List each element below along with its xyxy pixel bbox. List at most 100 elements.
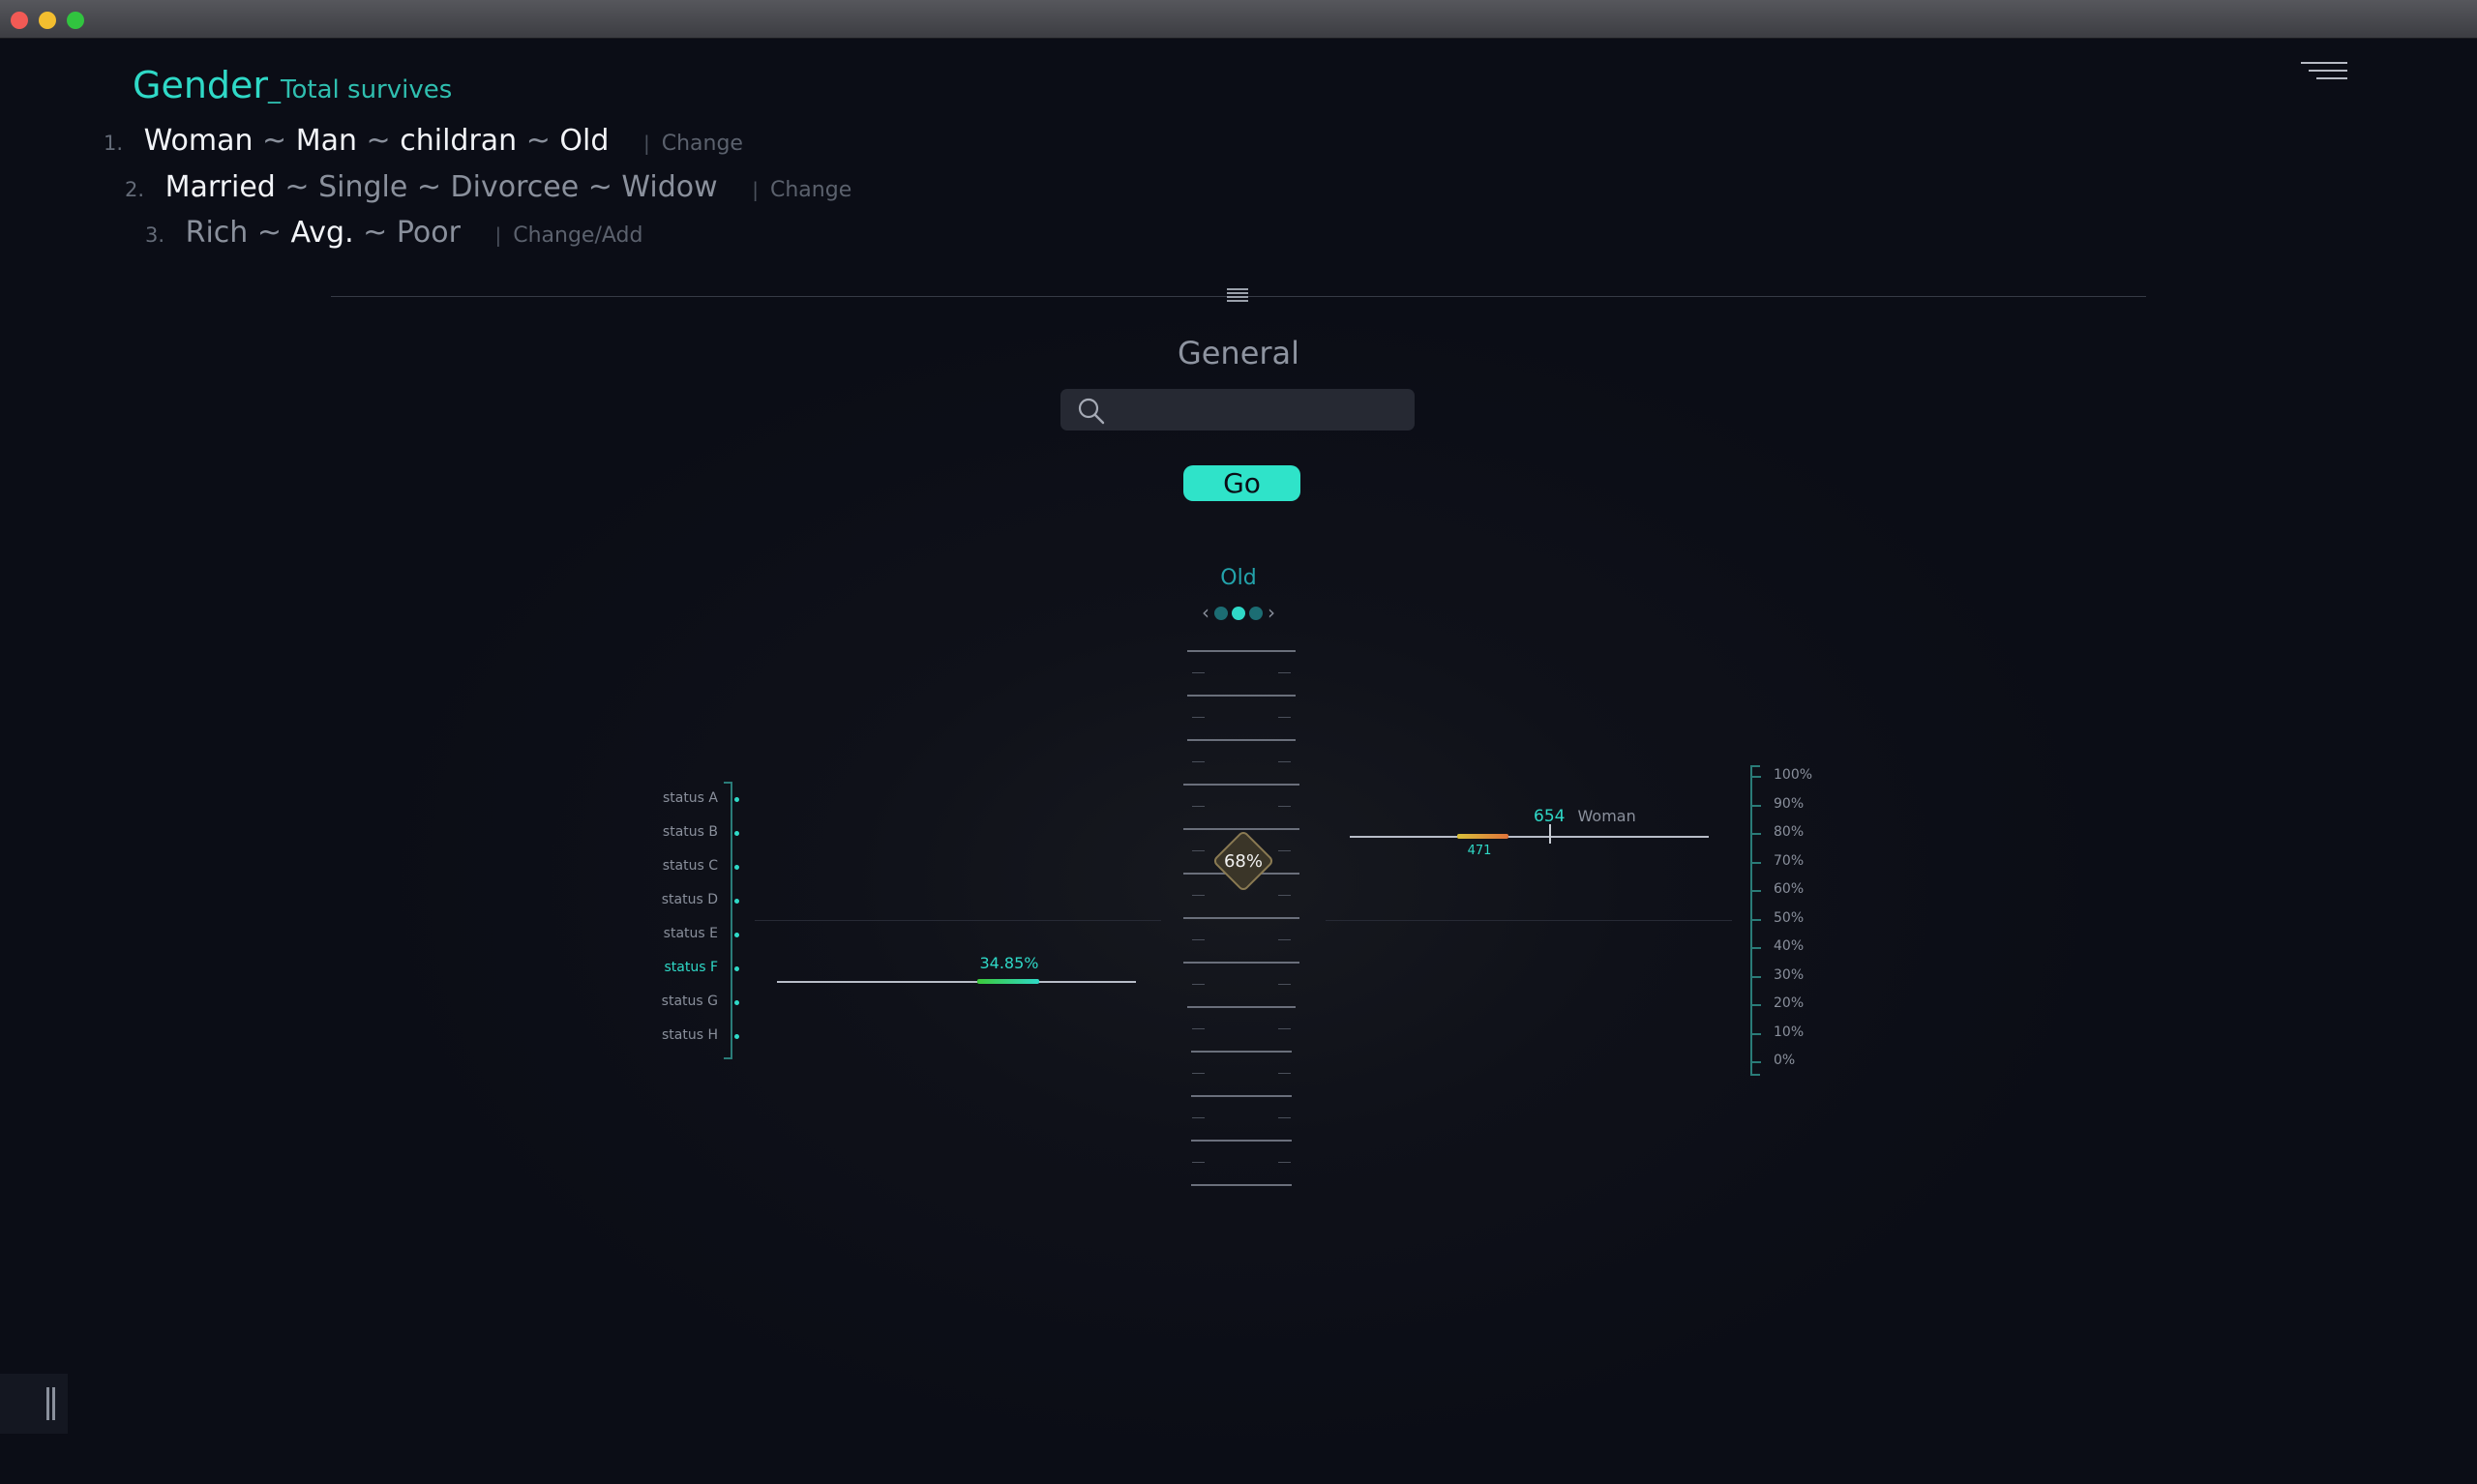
option-childran[interactable]: childran	[400, 124, 517, 158]
zoom-window-button[interactable]	[67, 12, 84, 29]
status-dot[interactable]	[734, 865, 739, 870]
percent-tick	[1752, 975, 1761, 978]
pager-dot-3[interactable]	[1249, 607, 1263, 620]
side-drawer-toggle[interactable]	[0, 1374, 68, 1434]
ruler-minor-tick	[1192, 1028, 1205, 1029]
percent-axis	[1750, 765, 1760, 1076]
minimize-window-button[interactable]	[39, 12, 56, 29]
ruler-minor-tick	[1278, 672, 1291, 673]
section-title: General	[1177, 335, 1300, 371]
woman-value-group: 654 Woman	[1534, 807, 1636, 826]
option-single[interactable]: Single	[318, 170, 407, 204]
option-married[interactable]: Married	[165, 170, 276, 204]
option-rich[interactable]: Rich	[186, 216, 249, 250]
percent-label: 60%	[1774, 881, 1805, 897]
percent-tick	[1752, 947, 1761, 949]
option-woman[interactable]: Woman	[144, 124, 254, 158]
chevron-left-icon[interactable]: ‹	[1202, 601, 1209, 624]
status-label[interactable]: status D	[662, 892, 718, 907]
title-gender: Gender	[133, 64, 269, 106]
woman-sub-bar[interactable]	[1457, 834, 1508, 839]
separator: ~	[262, 124, 287, 158]
percent-tick	[1752, 1061, 1761, 1063]
percent-tick	[1752, 1004, 1761, 1006]
central-ruler	[1180, 650, 1302, 1192]
ruler-minor-tick	[1192, 672, 1205, 673]
ruler-minor-tick	[1278, 761, 1291, 762]
category-row-1: 1. Woman ~ Man ~ childran ~ Old | Change	[104, 124, 743, 158]
separator: ~	[284, 170, 310, 204]
ruler-minor-tick	[1278, 939, 1291, 940]
selector-pager: ‹ ›	[1198, 601, 1279, 624]
status-dot[interactable]	[734, 797, 739, 802]
ruler-tick	[1183, 917, 1299, 919]
ruler-minor-tick	[1278, 1162, 1291, 1163]
search-input[interactable]	[1115, 389, 1405, 430]
status-dot[interactable]	[734, 1034, 739, 1039]
status-label[interactable]: status C	[663, 858, 718, 874]
percent-label: 80%	[1774, 824, 1805, 840]
ruler-minor-tick	[1192, 1162, 1205, 1163]
ruler-tick	[1187, 739, 1296, 741]
pipe-divider: |	[752, 178, 759, 201]
separator: ~	[525, 124, 551, 158]
status-label[interactable]: status G	[662, 994, 718, 1009]
status-dot[interactable]	[734, 933, 739, 937]
separator: ~	[416, 170, 441, 204]
ruler-minor-tick	[1278, 1028, 1291, 1029]
search-field[interactable]	[1060, 389, 1415, 430]
left-baseline	[755, 920, 1161, 921]
percent-label: 30%	[1774, 966, 1805, 983]
chevron-right-icon[interactable]: ›	[1268, 601, 1275, 624]
status-label[interactable]: status E	[664, 926, 718, 941]
percent-label: 10%	[1774, 1024, 1805, 1040]
go-button[interactable]: Go	[1183, 465, 1300, 501]
hamburger-menu-icon[interactable]	[2301, 62, 2347, 85]
close-window-button[interactable]	[11, 12, 28, 29]
woman-marker[interactable]	[1549, 824, 1551, 844]
percent-tick	[1752, 1032, 1761, 1035]
status-dot[interactable]	[734, 831, 739, 836]
status-label[interactable]: status B	[663, 824, 718, 840]
ruler-minor-tick	[1192, 1117, 1205, 1118]
woman-track	[1350, 836, 1709, 838]
separator: ~	[366, 124, 391, 158]
option-widow[interactable]: Widow	[621, 170, 717, 204]
change-link-1[interactable]: Change	[662, 132, 743, 156]
pipe-divider: |	[642, 132, 650, 155]
pager-dot-2[interactable]	[1232, 607, 1245, 620]
ruler-tick	[1187, 1006, 1296, 1008]
status-axis	[724, 782, 732, 1059]
ruler-tick	[1183, 784, 1299, 786]
percent-label: 20%	[1774, 995, 1805, 1011]
percent-tick	[1752, 804, 1761, 807]
change-add-link[interactable]: Change/Add	[513, 223, 642, 248]
status-dot[interactable]	[734, 966, 739, 971]
ruler-minor-tick	[1192, 939, 1205, 940]
change-link-2[interactable]: Change	[770, 178, 851, 202]
status-label[interactable]: status F	[664, 960, 718, 975]
right-baseline	[1326, 920, 1732, 921]
status-label[interactable]: status H	[662, 1027, 718, 1043]
woman-value: 654	[1534, 807, 1566, 826]
option-divorcee[interactable]: Divorcee	[451, 170, 580, 204]
option-man[interactable]: Man	[296, 124, 357, 158]
option-avg[interactable]: Avg.	[291, 216, 354, 250]
pager-dot-1[interactable]	[1214, 607, 1228, 620]
ruler-minor-tick	[1192, 761, 1205, 762]
option-old[interactable]: Old	[559, 124, 609, 158]
category-row-2: 2. Married ~ Single ~ Divorcee ~ Widow |…	[125, 170, 851, 204]
option-poor[interactable]: Poor	[397, 216, 461, 250]
status-value-bar[interactable]	[977, 979, 1039, 984]
status-dot[interactable]	[734, 1000, 739, 1005]
ruler-tick	[1191, 1095, 1292, 1097]
percent-label: 40%	[1774, 938, 1805, 954]
ruler-minor-tick	[1278, 984, 1291, 985]
ruler-tick	[1183, 828, 1299, 830]
status-dot[interactable]	[734, 899, 739, 904]
percent-label: 0%	[1774, 1053, 1796, 1068]
ruler-minor-tick	[1192, 806, 1205, 807]
status-label[interactable]: status A	[663, 790, 718, 806]
drag-handle-icon[interactable]	[1227, 288, 1248, 302]
ruler-minor-tick	[1192, 1073, 1205, 1074]
